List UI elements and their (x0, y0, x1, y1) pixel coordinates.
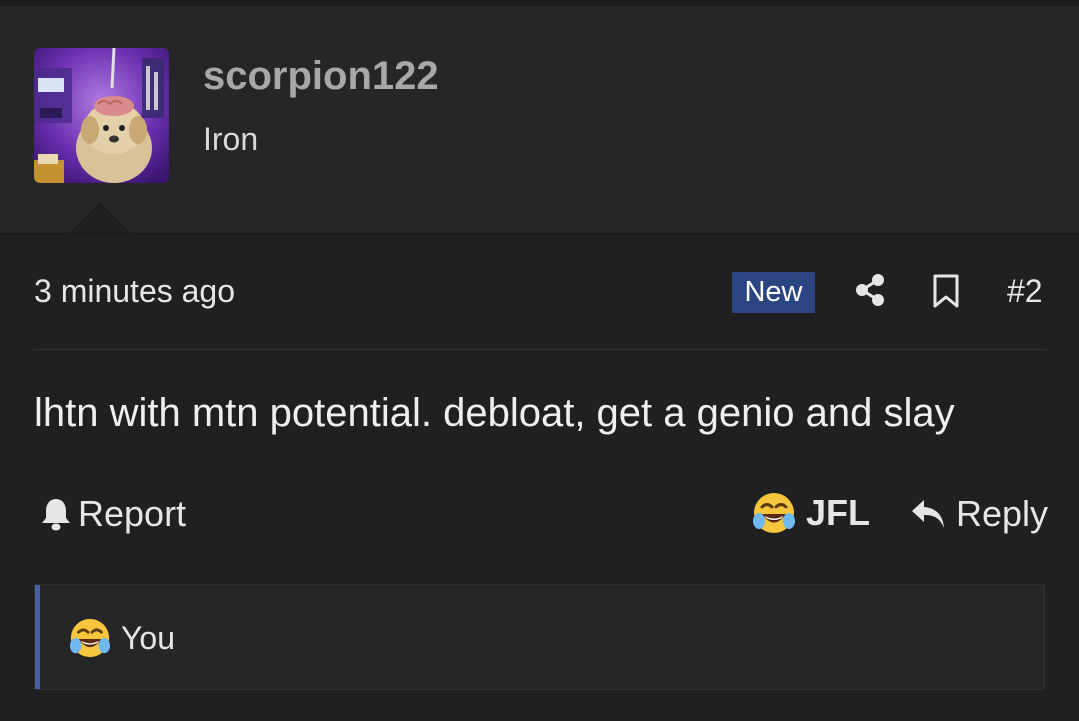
report-label: Report (78, 493, 187, 534)
divider (34, 349, 1046, 350)
avatar-image (34, 48, 169, 183)
reaction-user-label[interactable]: You (121, 619, 175, 657)
reply-label: Reply (956, 493, 1049, 534)
bell-icon (42, 499, 70, 531)
post-timestamp[interactable]: 3 minutes ago (34, 272, 235, 310)
bookmark-icon[interactable] (931, 273, 961, 309)
post-number[interactable]: #2 (1007, 272, 1043, 310)
laughing-face-icon (753, 493, 795, 533)
post-body: lhtn with mtn potential. debloat, get a … (34, 391, 955, 435)
forum-post: scorpion122 Iron 3 minutes ago New #2 lh… (0, 0, 1079, 721)
reaction-item: You (69, 617, 175, 659)
reply-arrow-icon (912, 500, 944, 528)
reactions-summary[interactable]: You (34, 584, 1045, 690)
reply-button[interactable]: Reply (910, 494, 1048, 534)
user-header: scorpion122 Iron (0, 6, 1079, 234)
avatar[interactable] (34, 48, 169, 183)
new-badge: New (732, 272, 815, 313)
username[interactable]: scorpion122 (203, 54, 439, 98)
jfl-reaction-button[interactable]: JFL (752, 490, 870, 536)
share-icon[interactable] (853, 273, 887, 307)
report-button[interactable]: Report (40, 494, 186, 534)
reactions-accent-bar (35, 585, 40, 689)
user-title: Iron (203, 121, 259, 157)
header-pointer (72, 204, 128, 233)
jfl-label: JFL (806, 492, 871, 533)
laughing-face-icon (69, 618, 111, 658)
